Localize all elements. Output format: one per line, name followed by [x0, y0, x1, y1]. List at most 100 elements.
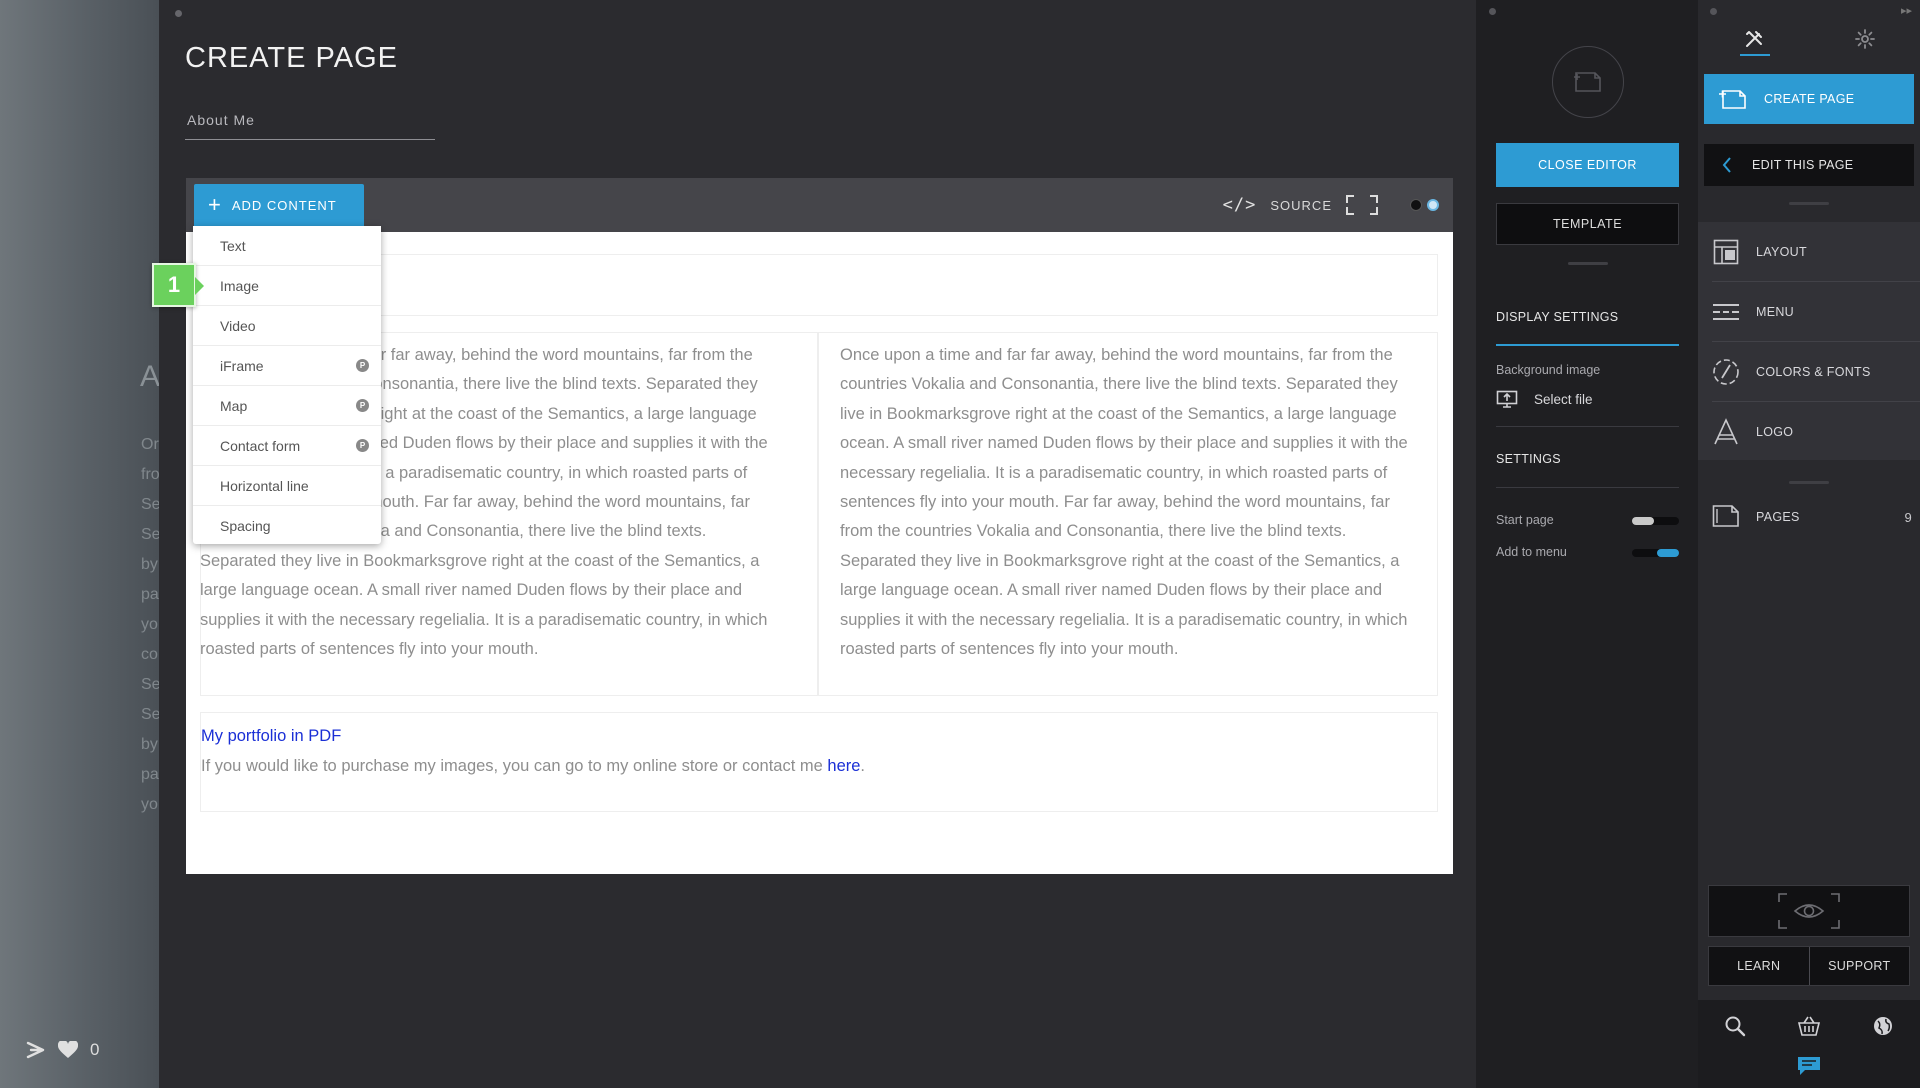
- menu-item-label: Horizontal line: [220, 477, 309, 494]
- nav-item-label: LAYOUT: [1756, 244, 1807, 259]
- basket-icon[interactable]: [1795, 1012, 1823, 1040]
- tab-settings[interactable]: [1809, 22, 1920, 56]
- toolbar-right-tools: </> SOURCE: [1223, 178, 1439, 232]
- page-name-input[interactable]: About Me: [185, 108, 435, 140]
- text-line: sentences fly into your mouth. Far far a…: [840, 493, 1390, 512]
- add-to-menu-label: Add to menu: [1496, 545, 1567, 559]
- purchase-end: .: [860, 757, 866, 775]
- nav-item-label: COLORS & FONTS: [1756, 364, 1871, 379]
- share-icon[interactable]: [26, 1040, 46, 1060]
- fullscreen-icon[interactable]: [1346, 195, 1378, 215]
- backdrop-text-line: by: [141, 556, 158, 573]
- tutorial-step-badge: 1: [152, 263, 204, 307]
- backdrop-text-line: yo: [141, 616, 158, 633]
- template-button[interactable]: TEMPLATE: [1496, 203, 1679, 245]
- tab-tools[interactable]: [1698, 22, 1809, 56]
- chat-icon[interactable]: [1797, 1056, 1821, 1081]
- nav-item-colors-fonts[interactable]: COLORS & FONTS: [1712, 342, 1920, 402]
- collapse-panel-icon[interactable]: ▸▸: [1901, 4, 1912, 17]
- background-toggle: [1410, 199, 1439, 211]
- panel-handle: [1489, 8, 1496, 15]
- page-settings-panel: CLOSE EDITOR TEMPLATE DISPLAY SETTINGS B…: [1476, 0, 1698, 1088]
- text-line: countries Vokalia and Consonantia, there…: [840, 375, 1398, 394]
- add-content-label: ADD CONTENT: [231, 197, 337, 213]
- nav-footer: [1698, 1000, 1920, 1088]
- support-button[interactable]: SUPPORT: [1808, 947, 1910, 985]
- pages-count: 9: [1904, 509, 1912, 525]
- panel-handle: [175, 10, 182, 17]
- globe-icon[interactable]: [1869, 1012, 1897, 1040]
- nav-item-logo[interactable]: LOGO: [1712, 402, 1920, 462]
- select-file-button[interactable]: Select file: [1496, 390, 1593, 408]
- nav-item-pages[interactable]: PAGES 9: [1712, 497, 1912, 537]
- purchase-text: If you would like to purchase my images,…: [201, 751, 1437, 781]
- add-content-button[interactable]: + ADD CONTENT: [194, 184, 364, 226]
- text-line: supplies it with the necessary regeliali…: [840, 610, 1408, 629]
- tools-icon: [1745, 31, 1762, 47]
- links-row[interactable]: My portfolio in PDF If you would like to…: [200, 712, 1438, 812]
- like-count: 0: [90, 1040, 100, 1059]
- start-page-label: Start page: [1496, 513, 1554, 527]
- plus-icon: +: [208, 192, 222, 217]
- backdrop-text-line: fro: [141, 466, 159, 483]
- search-icon[interactable]: [1721, 1012, 1749, 1040]
- menu-item-text[interactable]: Text: [193, 226, 381, 266]
- nav-item-menu[interactable]: MENU: [1712, 282, 1920, 342]
- menu-item-iframe[interactable]: iFrame P: [193, 346, 381, 386]
- select-file-label: Select file: [1534, 391, 1593, 407]
- menu-item-label: Image: [220, 277, 259, 294]
- section-grip[interactable]: [1789, 202, 1829, 205]
- menu-item-map[interactable]: Map P: [193, 386, 381, 426]
- backdrop-text-line: co: [141, 646, 158, 663]
- dark-background-option[interactable]: [1410, 199, 1422, 211]
- add-to-menu-toggle[interactable]: [1632, 549, 1679, 557]
- menu-item-contact-form[interactable]: Contact form P: [193, 426, 381, 466]
- pro-badge-icon: P: [356, 399, 369, 412]
- text-line: supplies it with the necessary regeliali…: [200, 610, 768, 629]
- purchase-sentence: If you would like to purchase my images,…: [201, 757, 828, 775]
- nav-tabs: [1698, 22, 1920, 56]
- source-button[interactable]: SOURCE: [1270, 198, 1332, 213]
- text-line: Separated they live in Bookmarksgrove ri…: [200, 551, 760, 570]
- eye-icon: [1778, 893, 1840, 929]
- empty-content-row[interactable]: [200, 254, 1438, 316]
- settings-heading[interactable]: SETTINGS: [1496, 452, 1561, 466]
- toggle-knob: [1632, 517, 1654, 525]
- backdrop-text-line: Se: [141, 496, 159, 513]
- text-line: large language ocean. A small river name…: [200, 581, 743, 600]
- preview-button[interactable]: [1708, 885, 1910, 937]
- text-column-right[interactable]: Once upon a time and far far away, behin…: [818, 332, 1438, 696]
- close-editor-button[interactable]: CLOSE EDITOR: [1496, 143, 1679, 187]
- panel-handle: [1710, 8, 1717, 15]
- code-icon[interactable]: </>: [1223, 195, 1257, 215]
- display-settings-heading[interactable]: DISPLAY SETTINGS: [1496, 310, 1618, 324]
- section-grip[interactable]: [1789, 481, 1829, 484]
- start-page-toggle[interactable]: [1632, 517, 1679, 525]
- heart-icon[interactable]: [58, 1041, 78, 1059]
- edit-this-page-button[interactable]: EDIT THIS PAGE: [1704, 144, 1914, 186]
- text-line: roasted parts of sentences fly into your…: [200, 640, 539, 659]
- light-background-option[interactable]: [1427, 199, 1439, 211]
- menu-item-spacing[interactable]: Spacing: [193, 506, 381, 546]
- menu-item-horizontal-line[interactable]: Horizontal line: [193, 466, 381, 506]
- menu-item-label: Text: [220, 237, 246, 254]
- divider: [1496, 487, 1679, 488]
- text-line: large language ocean. A small river name…: [840, 581, 1383, 600]
- create-page-button[interactable]: CREATE PAGE: [1704, 74, 1914, 124]
- portfolio-pdf-link[interactable]: My portfolio in PDF: [201, 721, 1437, 751]
- menu-item-image[interactable]: Image: [193, 266, 381, 306]
- menu-item-label: Video: [220, 317, 256, 334]
- menu-item-video[interactable]: Video: [193, 306, 381, 346]
- backdrop-social-tools: 0: [26, 1040, 99, 1060]
- learn-button[interactable]: LEARN: [1709, 947, 1809, 985]
- backdrop-heading: A: [140, 360, 159, 393]
- menu-item-label: Spacing: [220, 518, 271, 534]
- text-line: necessary regelialia. It is a paradisema…: [840, 463, 1388, 482]
- text-line: Separated they live in Bookmarksgrove ri…: [840, 551, 1400, 570]
- section-grip[interactable]: [1568, 262, 1608, 265]
- here-link[interactable]: here: [827, 757, 860, 775]
- nav-item-label: LOGO: [1756, 425, 1794, 439]
- page-title: CREATE PAGE: [185, 42, 398, 74]
- pages-label: PAGES: [1756, 510, 1800, 524]
- nav-item-layout[interactable]: LAYOUT: [1712, 222, 1920, 282]
